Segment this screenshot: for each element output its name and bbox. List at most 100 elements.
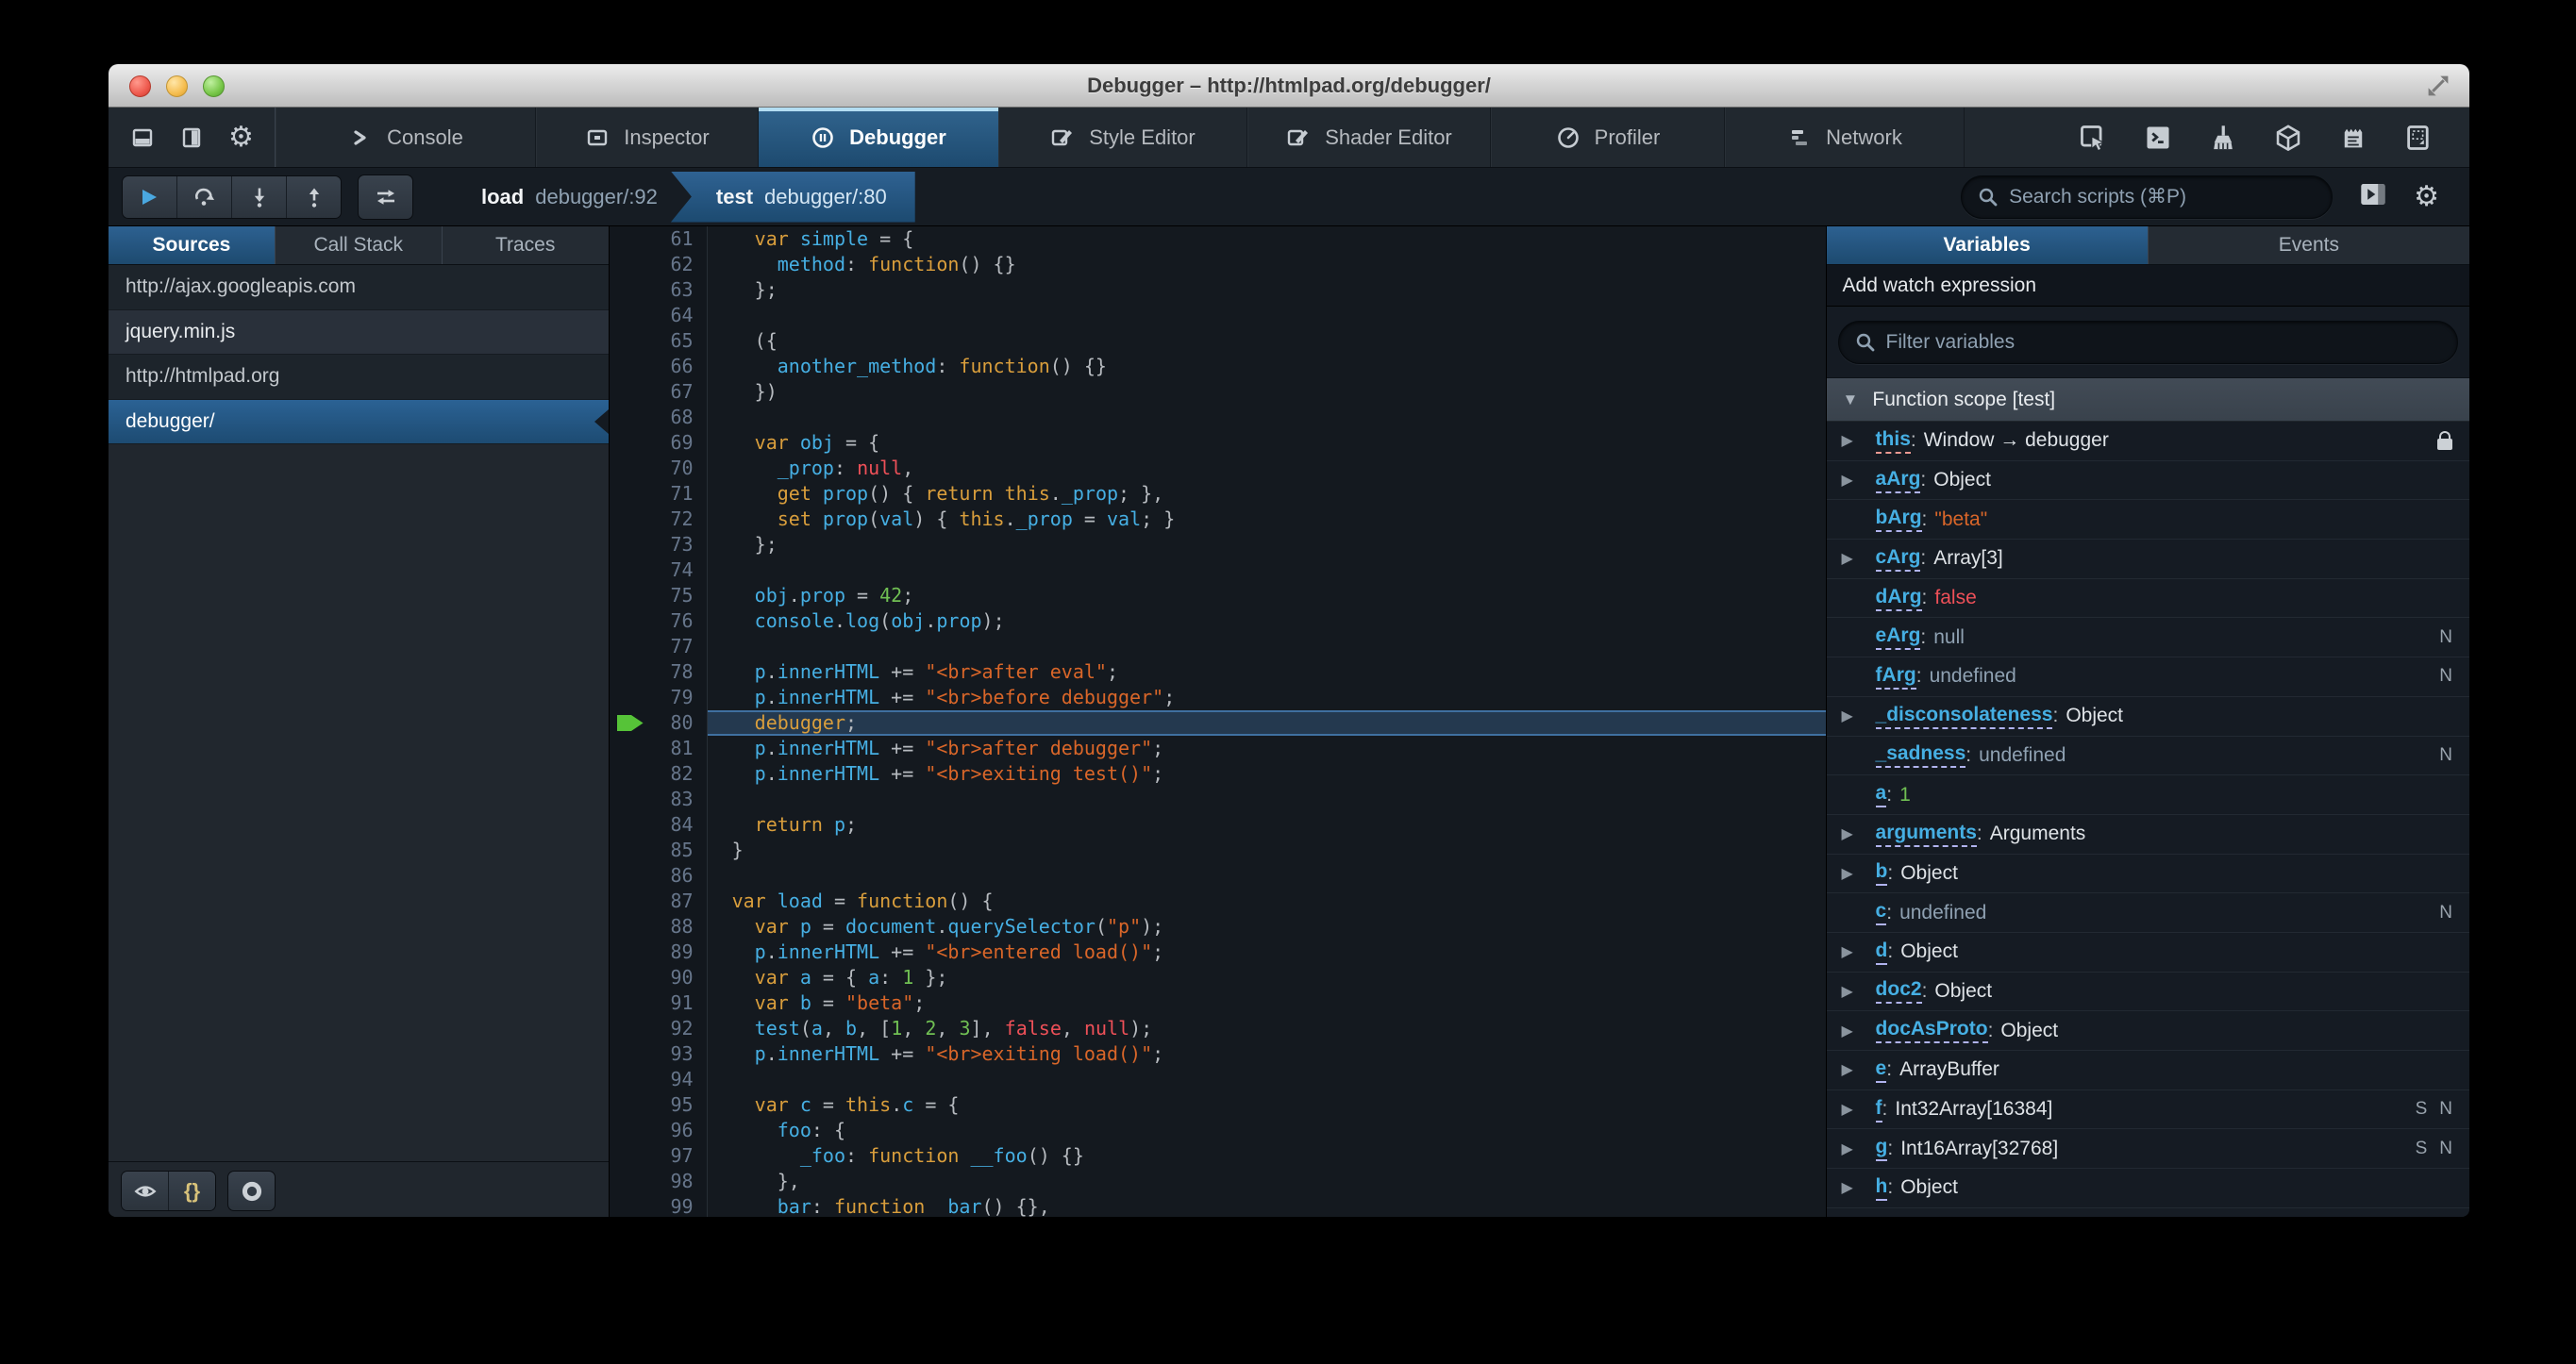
tab-traces[interactable]: Traces [443, 226, 609, 264]
step-over-button[interactable] [176, 175, 231, 218]
variable-row-doc2[interactable]: ▶ doc2: Object [1826, 972, 2469, 1012]
dock-side-button[interactable] [176, 122, 208, 154]
filter-variables-input[interactable] [1883, 329, 2171, 355]
line-number-gutter[interactable]: 79 [609, 685, 708, 710]
gear-button[interactable]: ⚙ [226, 122, 258, 154]
variable-row-a[interactable]: a:1 [1826, 775, 2469, 815]
variable-row-_sadness[interactable]: _sadness: undefined N [1826, 736, 2469, 776]
expand-arrow-icon[interactable]: ▶ [1842, 1178, 1876, 1197]
close-window-button[interactable] [129, 75, 151, 97]
source-editor[interactable]: 61 var simple = {62 method: function() {… [609, 226, 1826, 1217]
expand-arrow-icon[interactable]: ▶ [1842, 471, 1876, 490]
resize-diagonal-icon[interactable] [2424, 72, 2452, 100]
variable-row-bArg[interactable]: bArg: "beta" [1826, 500, 2469, 541]
search-scripts-input[interactable] [2007, 184, 2295, 209]
variable-row-dArg[interactable]: dArg: false [1826, 578, 2469, 619]
line-number-gutter[interactable]: 73 [609, 532, 708, 557]
expand-arrow-icon[interactable]: ▶ [1842, 431, 1876, 450]
tilt-3d-icon[interactable] [2273, 123, 2303, 153]
zoom-window-button[interactable] [203, 75, 225, 97]
line-number-gutter[interactable]: 94 [609, 1067, 708, 1092]
variable-row-h[interactable]: ▶ h: Object [1826, 1169, 2469, 1208]
variable-row-d[interactable]: ▶ d: Object [1826, 932, 2469, 973]
step-into-button[interactable] [231, 175, 286, 218]
line-number-gutter[interactable]: 75 [609, 583, 708, 608]
line-number-gutter[interactable]: 62 [609, 252, 708, 277]
variable-row-_disconsolateness[interactable]: ▶ _disconsolateness: Object [1826, 696, 2469, 737]
variable-row-aArg[interactable]: ▶ aArg: Object [1826, 460, 2469, 501]
responsive-mode-icon[interactable] [2403, 123, 2434, 153]
breadcrumb-frame-test-active[interactable]: test debugger/:80 [670, 171, 915, 223]
dock-bottom-button[interactable] [126, 122, 159, 154]
expand-arrow-icon[interactable]: ▶ [1842, 1060, 1876, 1079]
expand-arrow-icon[interactable]: ▶ [1842, 982, 1876, 1001]
line-number-gutter[interactable]: 69 [609, 430, 708, 456]
tab-sources[interactable]: Sources [109, 226, 276, 264]
line-number-gutter[interactable]: 65 [609, 328, 708, 354]
tab-network[interactable]: Network [1725, 108, 1965, 167]
line-number-gutter[interactable]: 87 [609, 889, 708, 914]
resume-button[interactable] [123, 175, 176, 218]
line-number-gutter[interactable]: 66 [609, 354, 708, 379]
line-number-gutter[interactable]: 90 [609, 965, 708, 990]
toggle-panel-icon[interactable] [2359, 180, 2387, 213]
expand-arrow-icon[interactable]: ▶ [1842, 707, 1876, 725]
prettify-source-button[interactable]: {} [168, 1172, 215, 1210]
breadcrumb-frame-load[interactable]: load debugger/:92 [481, 185, 658, 209]
source-item[interactable]: jquery.min.js [109, 309, 609, 355]
variable-row-this[interactable]: ▶ this: Window → debugger [1826, 422, 2469, 461]
line-number-gutter[interactable]: 93 [609, 1041, 708, 1067]
variable-row-eArg[interactable]: eArg: null N [1826, 618, 2469, 658]
pick-element-icon[interactable] [2078, 123, 2108, 153]
tab-events[interactable]: Events [2149, 226, 2469, 264]
tab-variables[interactable]: Variables [1826, 226, 2149, 264]
line-number-gutter[interactable]: 70 [609, 456, 708, 481]
expand-arrow-icon[interactable]: ▶ [1842, 1022, 1876, 1040]
line-number-gutter[interactable]: 98 [609, 1169, 708, 1194]
line-number-gutter[interactable]: 92 [609, 1016, 708, 1041]
variable-row-arguments[interactable]: ▶ arguments: Arguments [1826, 814, 2469, 855]
line-number-gutter[interactable]: 74 [609, 557, 708, 583]
line-number-gutter[interactable]: 97 [609, 1143, 708, 1169]
tab-inspector[interactable]: Inspector [536, 108, 759, 167]
tab-style-editor[interactable]: Style Editor [998, 108, 1247, 167]
line-number-gutter[interactable]: 82 [609, 761, 708, 787]
line-number-gutter[interactable]: 63 [609, 277, 708, 303]
line-number-gutter[interactable]: 61 [609, 226, 708, 252]
line-number-gutter[interactable]: 95 [609, 1092, 708, 1118]
step-out-button[interactable] [286, 175, 341, 218]
tab-debugger[interactable]: Debugger [759, 108, 998, 167]
expand-arrow-icon[interactable]: ▶ [1842, 824, 1876, 843]
tab-call-stack[interactable]: Call Stack [276, 226, 443, 264]
line-number-gutter[interactable]: 76 [609, 608, 708, 634]
toggle-black-box-button[interactable] [358, 174, 413, 220]
paintbrush-icon[interactable] [2208, 123, 2238, 153]
line-number-gutter[interactable]: 96 [609, 1118, 708, 1143]
tab-profiler[interactable]: Profiler [1491, 108, 1725, 167]
tab-console[interactable]: Console [276, 108, 536, 167]
line-number-gutter[interactable]: 88 [609, 914, 708, 940]
expand-arrow-icon[interactable]: ▶ [1842, 942, 1876, 961]
scratchpad-icon[interactable] [2338, 123, 2368, 153]
expand-arrow-icon[interactable]: ▶ [1842, 1139, 1876, 1158]
line-number-gutter[interactable]: 78 [609, 659, 708, 685]
line-number-gutter[interactable]: 85 [609, 838, 708, 863]
line-number-gutter[interactable]: 86 [609, 863, 708, 889]
tab-shader-editor[interactable]: Shader Editor [1247, 108, 1491, 167]
line-number-gutter[interactable]: 99 [609, 1194, 708, 1217]
line-number-gutter[interactable]: 81 [609, 736, 708, 761]
expand-arrow-icon[interactable]: ▶ [1842, 549, 1876, 568]
variable-row-cArg[interactable]: ▶ cArg: Array[3] [1826, 540, 2469, 579]
line-number-gutter[interactable]: 72 [609, 507, 708, 532]
line-number-gutter[interactable]: 80 [609, 710, 708, 736]
variable-row-e[interactable]: ▶ e: ArrayBuffer [1826, 1051, 2469, 1090]
split-console-icon[interactable] [2143, 123, 2173, 153]
line-number-gutter[interactable]: 89 [609, 940, 708, 965]
variable-row-docAsProto[interactable]: ▶ docAsProto: Object [1826, 1011, 2469, 1051]
variable-row-b[interactable]: ▶ b: Object [1826, 854, 2469, 894]
debugger-options-gear-icon[interactable]: ⚙ [2414, 182, 2439, 211]
line-number-gutter[interactable]: 84 [609, 812, 708, 838]
line-number-gutter[interactable]: 91 [609, 990, 708, 1016]
blackbox-source-eye-button[interactable] [122, 1172, 168, 1210]
line-number-gutter[interactable]: 71 [609, 481, 708, 507]
